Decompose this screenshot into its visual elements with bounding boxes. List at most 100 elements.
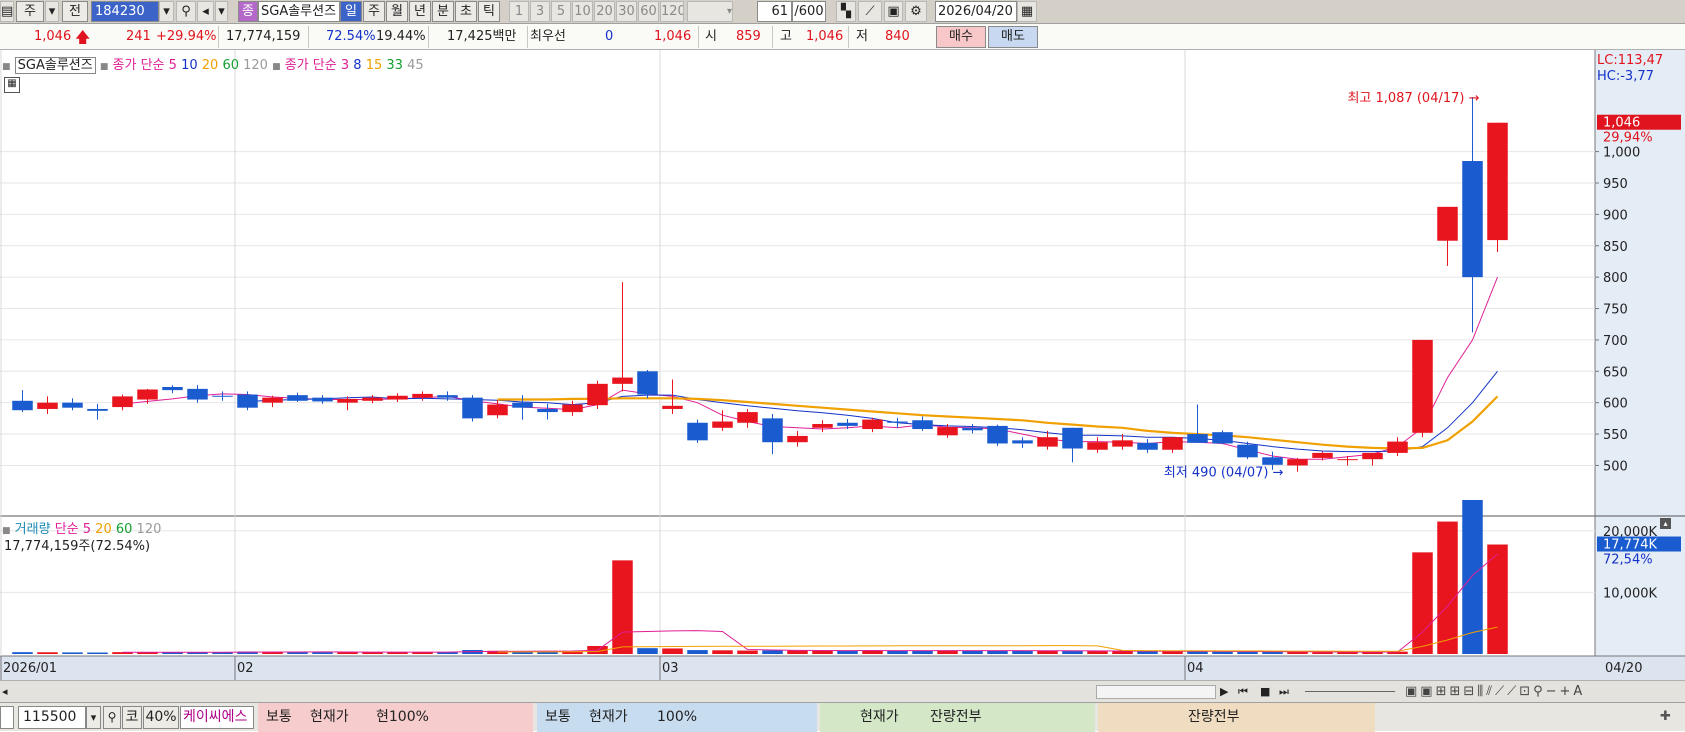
candle-body[interactable] xyxy=(1187,434,1208,443)
minute-option-6[interactable]: 60 xyxy=(638,1,659,22)
market-select[interactable]: 주 xyxy=(16,1,44,22)
volume-bar[interactable] xyxy=(1312,652,1333,654)
candle-body[interactable] xyxy=(1162,437,1183,450)
candle-body[interactable] xyxy=(212,395,233,397)
candle-body[interactable] xyxy=(812,424,833,428)
candle-body[interactable] xyxy=(612,377,633,384)
speaker-icon[interactable]: ◂ xyxy=(197,1,214,22)
candle-body[interactable] xyxy=(437,395,458,398)
rate-field[interactable]: 40% xyxy=(143,706,179,729)
candle-body[interactable] xyxy=(312,397,333,402)
minute-option-4[interactable]: 20 xyxy=(594,1,615,22)
minute-option-5[interactable]: 30 xyxy=(616,1,637,22)
candle-body[interactable] xyxy=(187,388,208,400)
buy-button[interactable]: 매수 xyxy=(936,26,986,48)
volume-bar[interactable] xyxy=(712,650,733,654)
save-icon[interactable]: ▣ xyxy=(884,1,903,22)
stock-code-input[interactable]: 184230 xyxy=(91,1,159,22)
candle-body[interactable] xyxy=(1462,161,1483,278)
chart-tool-icons[interactable]: ▣▣⊞⊞⊟⫼⫽⟋⟋⊡⚲−+A xyxy=(1405,684,1685,700)
volume-bar[interactable] xyxy=(1137,651,1158,654)
play-icon[interactable]: ▶ xyxy=(1220,684,1236,700)
candle-body[interactable] xyxy=(687,422,708,441)
candle-body[interactable] xyxy=(462,397,483,419)
volume-bar[interactable] xyxy=(687,650,708,654)
grid-toggle-icon[interactable]: ▦ xyxy=(4,77,20,93)
count-input[interactable]: 61 xyxy=(757,1,792,22)
volume-bar[interactable] xyxy=(1237,651,1258,654)
volume-bar[interactable] xyxy=(612,560,633,654)
volume-bar[interactable] xyxy=(787,650,808,654)
calendar-icon[interactable]: ▦ xyxy=(1017,1,1037,22)
pin-icon[interactable]: ✚ xyxy=(1660,709,1676,725)
volume-bar[interactable] xyxy=(1112,651,1133,654)
minute-option-7[interactable]: 120 xyxy=(660,1,684,22)
prev-button[interactable]: 전 xyxy=(62,1,88,22)
volume-bar[interactable] xyxy=(1012,650,1033,654)
volume-bar[interactable] xyxy=(1437,521,1458,654)
buy-order-panel[interactable]: 보통 현재가 현100% xyxy=(258,703,533,732)
candle-body[interactable] xyxy=(1362,452,1383,460)
ma-legend-label[interactable]: 종가 단순 xyxy=(113,58,165,73)
candle-body[interactable] xyxy=(662,405,683,409)
candle-body[interactable] xyxy=(1137,442,1158,450)
collapse-icon[interactable]: ▴ xyxy=(1660,518,1671,529)
candle-body[interactable] xyxy=(712,421,733,428)
candle-body[interactable] xyxy=(1012,440,1033,444)
period-tab-4[interactable]: 분 xyxy=(432,1,454,22)
volume-bar[interactable] xyxy=(662,648,683,654)
candle-body[interactable] xyxy=(537,408,558,413)
period-tab-1[interactable]: 주 xyxy=(363,1,385,22)
volume-bar[interactable] xyxy=(1212,651,1233,654)
candle-body[interactable] xyxy=(137,389,158,400)
candle-body[interactable] xyxy=(237,394,258,408)
chevron-down-icon[interactable]: ▾ xyxy=(86,706,101,729)
volume-bar[interactable] xyxy=(762,650,783,654)
chevron-down-icon[interactable]: ▾ xyxy=(215,1,228,22)
candle-body[interactable] xyxy=(862,419,883,430)
market-code[interactable]: 코 xyxy=(122,706,142,729)
sell-order-panel[interactable]: 보통 현재가 100% xyxy=(537,703,817,732)
candle-body[interactable] xyxy=(1287,459,1308,466)
volume-bar[interactable] xyxy=(812,650,833,654)
candle-body[interactable] xyxy=(1487,122,1508,241)
candle-body[interactable] xyxy=(1112,440,1133,447)
search-icon[interactable]: ⚲ xyxy=(103,706,121,729)
candle-body[interactable] xyxy=(262,397,283,403)
add-indicator-icon[interactable]: ▚ xyxy=(836,1,856,22)
candle-body[interactable] xyxy=(587,383,608,406)
candle-body[interactable] xyxy=(112,396,133,408)
volume-bar[interactable] xyxy=(37,652,58,654)
stock-name-field[interactable]: SGA솔루션즈 xyxy=(258,1,340,22)
cancel-order-panel[interactable]: 잔량전부 xyxy=(1098,703,1375,732)
sell-button[interactable]: 매도 xyxy=(988,26,1038,48)
candle-body[interactable] xyxy=(1312,452,1333,458)
period-tab-2[interactable]: 월 xyxy=(386,1,408,22)
candle-body[interactable] xyxy=(887,421,908,423)
volume-bar[interactable] xyxy=(1412,552,1433,654)
candle-body[interactable] xyxy=(1062,427,1083,449)
fast-forward-icon[interactable]: ⏭ xyxy=(1279,684,1299,700)
candle-body[interactable] xyxy=(387,395,408,400)
price-volume-chart[interactable]: 500 550 600 650 700 750 800 850 900 950 1,000 10,00… xyxy=(0,50,1685,680)
minute-option-1[interactable]: 3 xyxy=(530,1,550,22)
candle-body[interactable] xyxy=(1387,441,1408,453)
candle-body[interactable] xyxy=(512,402,533,408)
candle-body[interactable] xyxy=(1262,457,1283,465)
scroll-thumb[interactable] xyxy=(1096,685,1216,699)
volume-bar[interactable] xyxy=(337,652,358,654)
candle-body[interactable] xyxy=(987,425,1008,444)
volume-bar[interactable] xyxy=(887,650,908,654)
zoom-slider[interactable] xyxy=(1305,691,1395,692)
candle-body[interactable] xyxy=(1337,459,1358,461)
draw-tool-icon[interactable]: ⟋ xyxy=(858,1,882,22)
rewind-icon[interactable]: ⏮ xyxy=(1238,684,1258,700)
minute-option-2[interactable]: 5 xyxy=(551,1,571,22)
candle-body[interactable] xyxy=(637,371,658,395)
minute-custom-select[interactable]: ▾ xyxy=(687,1,733,22)
order-expand-icon[interactable] xyxy=(0,706,14,729)
chevron-down-icon[interactable]: ▾ xyxy=(159,1,174,22)
volume-bar[interactable] xyxy=(987,650,1008,654)
candle-body[interactable] xyxy=(487,404,508,416)
candle-body[interactable] xyxy=(737,412,758,423)
